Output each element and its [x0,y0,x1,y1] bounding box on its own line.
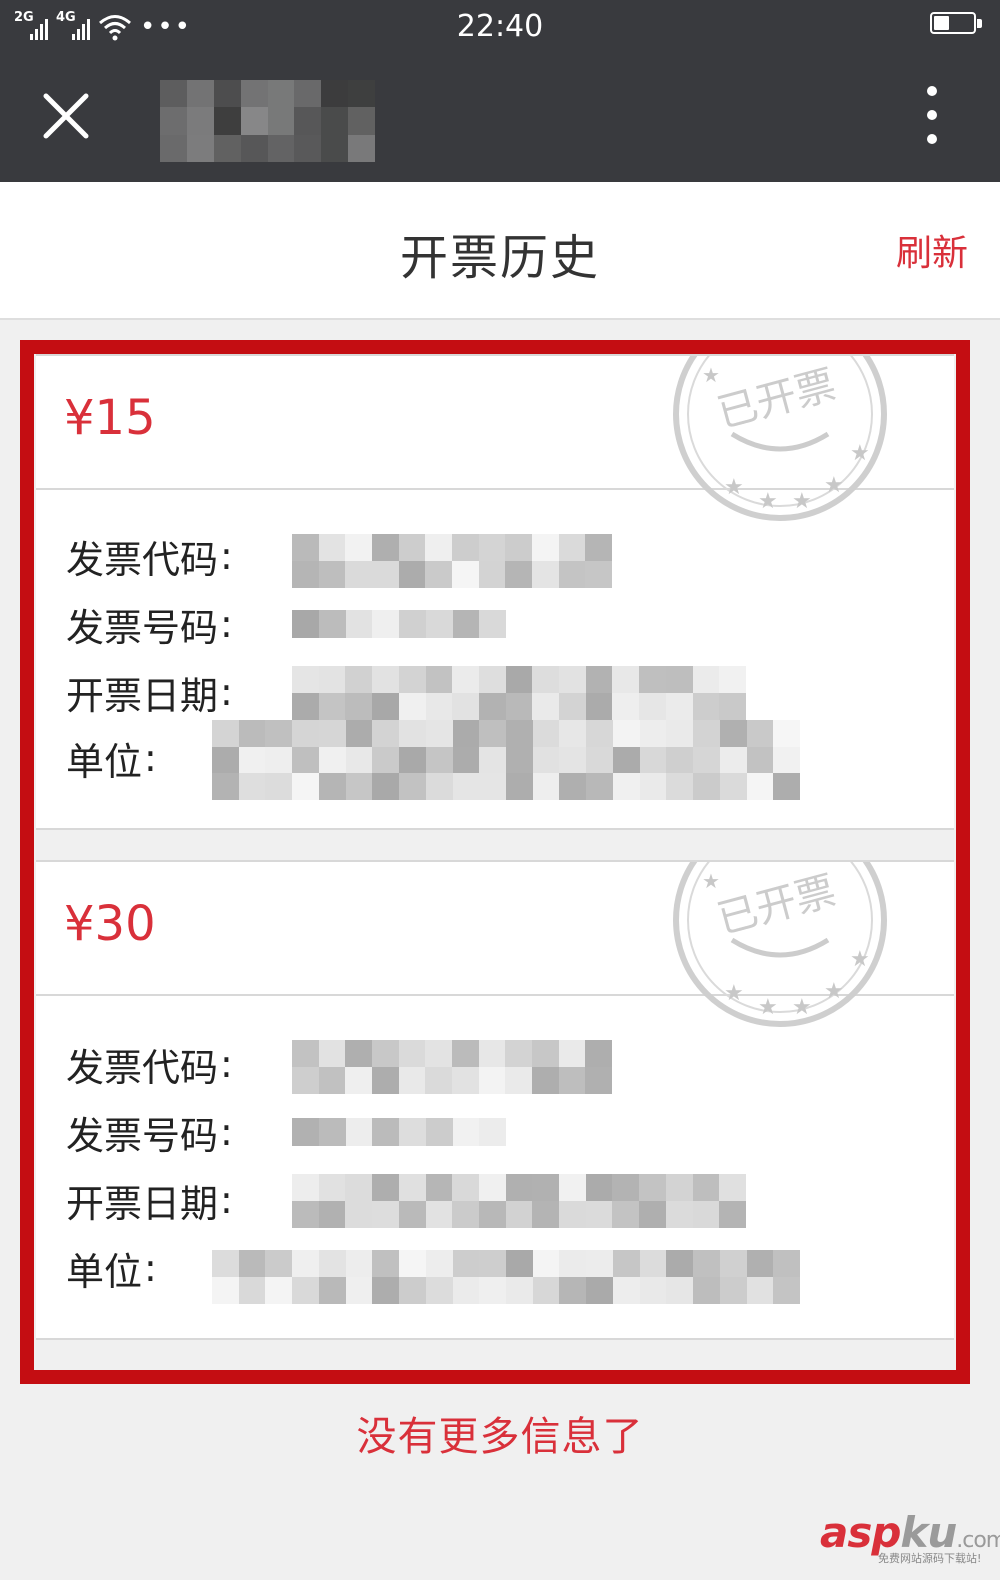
invoice-amount: ¥15 [64,390,156,446]
svg-text:★: ★ [724,475,744,500]
stamp-text: 已开票 [713,362,841,437]
issued-stamp-icon: 已开票 ★ ★ ★ ★ ★ ★ [673,862,887,1027]
no-more-info-text: 没有更多信息了 [356,1414,644,1460]
nav-title-obscured [160,80,375,162]
invoice-amount-row: ¥30 已开票 ★ ★ ★ ★ ★ ★ [36,862,954,1027]
invoice-card[interactable]: ¥15 已开票 ★ ★ ★ ★ ★ ★ 发票代码: 发票号码: 开票日期: 单位… [36,354,954,830]
invoice-amount: ¥30 [64,896,156,952]
invoice-code-value-obscured [292,534,612,588]
svg-text:★: ★ [792,489,812,514]
svg-text:★: ★ [702,869,720,893]
unit-label: 单位 [66,1249,143,1294]
unit-value-obscured [212,720,800,800]
invoice-code-label: 发票代码 [66,1045,219,1090]
close-button[interactable] [36,86,96,146]
svg-text:★: ★ [758,489,778,514]
close-icon [43,93,89,139]
invoice-date-label: 开票日期 [66,1181,219,1226]
nav-bar [0,50,1000,182]
battery-icon [930,12,982,38]
invoice-code-value-obscured [292,1040,612,1094]
invoice-date-value-obscured [292,1174,746,1228]
invoice-number-field: 发票号码: [66,594,233,654]
svg-text:★: ★ [724,981,744,1006]
more-menu-button[interactable] [916,84,948,148]
svg-text:★: ★ [702,363,720,387]
invoice-code-field: 发票代码: [66,526,233,586]
invoice-number-label: 发票号码 [66,1113,219,1158]
invoice-number-value-obscured [292,610,506,638]
unit-field: 单位: [66,1238,157,1298]
invoice-date-label: 开票日期 [66,673,219,718]
svg-text:★: ★ [850,947,870,972]
invoice-date-field: 开票日期: [66,1170,233,1230]
svg-text:★: ★ [824,473,844,498]
invoice-card[interactable]: ¥30 已开票 ★ ★ ★ ★ ★ ★ 发票代码: 发票号码: 开票日期: 单位… [36,860,954,1340]
invoice-date-value-obscured [292,666,746,720]
invoice-code-label: 发票代码 [66,537,219,582]
site-watermark: aspku.com 免费网站源码下载站! [820,1508,1000,1565]
refresh-button[interactable]: 刷新 [896,224,968,276]
svg-text:★: ★ [792,995,812,1020]
page-title: 开票历史 [399,230,600,286]
svg-text:★: ★ [758,995,778,1020]
invoice-number-label: 发票号码 [66,605,219,650]
stamp-text: 已开票 [713,868,841,943]
svg-text:★: ★ [850,441,870,466]
unit-value-obscured [212,1250,800,1304]
unit-field: 单位: [66,728,157,788]
issued-stamp-icon: 已开票 ★ ★ ★ ★ ★ ★ [673,356,887,521]
status-bar: 2G 4G ••• 22:40 [0,0,1000,50]
invoice-date-field: 开票日期: [66,662,233,722]
invoice-amount-row: ¥15 已开票 ★ ★ ★ ★ ★ ★ [36,356,954,521]
page-header: 开票历史 刷新 [0,182,1000,320]
invoice-number-field: 发票号码: [66,1102,233,1162]
status-time: 22:40 [456,9,544,44]
svg-text:★: ★ [824,979,844,1004]
invoice-number-value-obscured [292,1118,506,1146]
unit-label: 单位 [66,739,143,784]
invoice-code-field: 发票代码: [66,1034,233,1094]
